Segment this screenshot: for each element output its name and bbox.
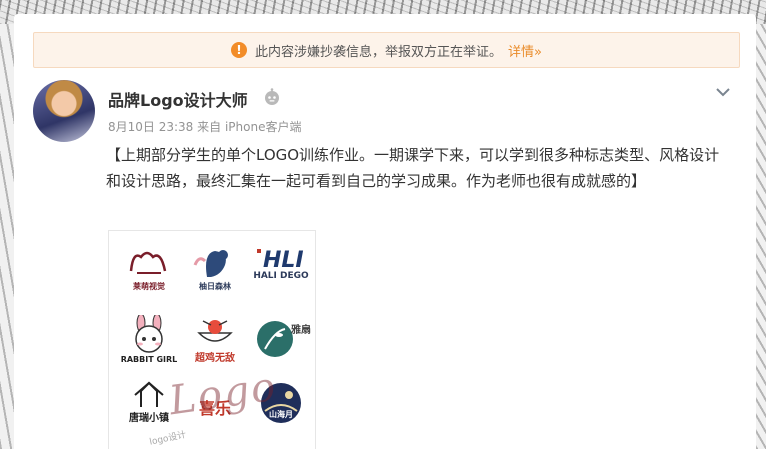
weibo-post-card: ! 此内容涉嫌抄袭信息，举报双方正在举证。 详情» 品牌Logo设计大师 8月1…	[14, 14, 756, 449]
logo-label: 雅扇	[291, 325, 311, 336]
logo-label: RABBIT GIRL	[120, 355, 178, 364]
logo-label: 莱萌视觉	[133, 282, 165, 291]
background-sketch-left	[0, 24, 14, 449]
logo-thumb-6: 雅扇	[251, 315, 311, 371]
post-source: 来自 iPhone客户端	[197, 120, 302, 134]
chevron-down-icon[interactable]	[715, 86, 731, 98]
details-link[interactable]: 详情»	[508, 41, 542, 60]
logo-label: HALI DEGO	[253, 271, 309, 281]
avatar[interactable]	[33, 80, 95, 142]
user-name[interactable]: 品牌Logo设计大师	[108, 87, 248, 111]
robot-badge-icon	[265, 88, 279, 105]
post-text: 【上期部分学生的单个LOGO训练作业。一期课学下来，可以学到很多种标志类型、风格…	[106, 146, 720, 190]
logo-label: 超鸡无敌	[195, 353, 235, 364]
warning-icon: !	[231, 42, 247, 58]
logo-thumb-2: 柚日森林	[185, 243, 245, 299]
logo-thumb-1: 莱萌视觉	[119, 243, 179, 299]
post-image-thumbnail[interactable]: 莱萌视觉 柚日森林 HLI HALI DEGO RABBIT GIRL 超鸡无敌…	[108, 230, 316, 449]
post-meta: 8月10日 23:38 来自 iPhone客户端	[108, 118, 301, 135]
post-timestamp[interactable]: 8月10日 23:38	[108, 120, 193, 134]
logo-thumb-5: 超鸡无敌	[185, 315, 245, 371]
plagiarism-notice-bar: ! 此内容涉嫌抄袭信息，举报双方正在举证。 详情»	[33, 32, 740, 68]
svg-text:HLI: HLI	[263, 248, 304, 271]
notice-text: 此内容涉嫌抄袭信息，举报双方正在举证。	[255, 44, 503, 60]
logo-label: 柚日森林	[199, 282, 231, 291]
logo-thumb-3: HLI HALI DEGO	[251, 243, 311, 299]
background-sketch-right	[756, 24, 766, 449]
logo-thumb-4: RABBIT GIRL	[119, 313, 179, 371]
